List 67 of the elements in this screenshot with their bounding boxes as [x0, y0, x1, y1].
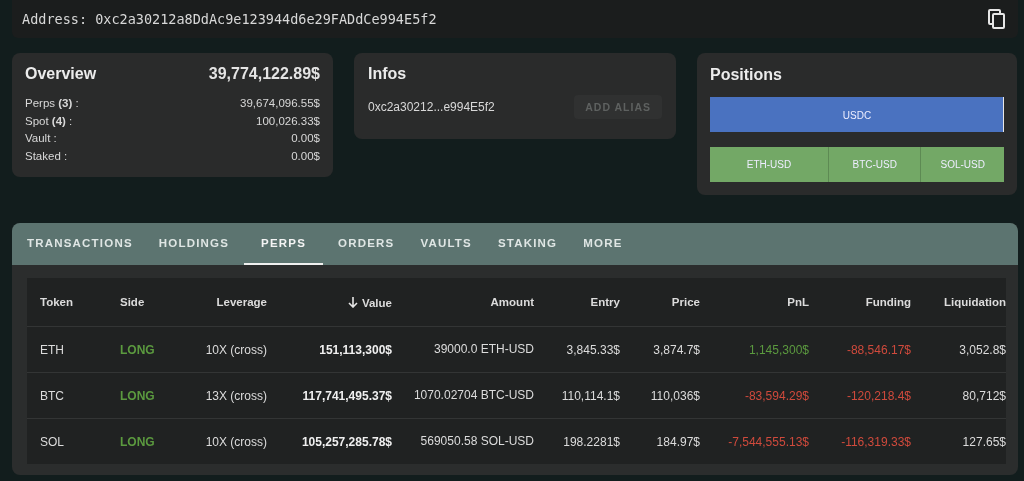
table-cell-text: -7,544,555.13$ [727, 434, 809, 449]
infos-title: Infos [368, 65, 407, 82]
tab[interactable]: HOLDINGS [147, 223, 241, 265]
sort-arrow-icon [347, 295, 358, 308]
table-cell-text: 105,257,285.78$ [300, 434, 392, 449]
table-cell-text: 151,113,300$ [318, 342, 392, 357]
table-cell-text: -120,218.4$ [845, 388, 911, 403]
table-cell-text: ETH [39, 342, 65, 357]
overview-label: Vault : [25, 131, 57, 146]
column-header[interactable]: Amount [392, 293, 534, 311]
table-cell-text: SOL [39, 434, 65, 449]
copy-icon[interactable] [988, 9, 1006, 29]
table-cell-text: LONG [119, 388, 156, 403]
table-cell-text: 10X (cross) [204, 342, 267, 357]
short-address: 0xc2a30212...e994E5f2 [368, 100, 495, 114]
tab[interactable]: PERPS [244, 223, 324, 265]
table-cell-text: LONG [119, 434, 156, 449]
table-cell-text: 10X (cross) [204, 434, 267, 449]
table-cell-text: 39000.0 ETH-USD [432, 341, 534, 358]
overview-label: Staked : [25, 148, 68, 164]
table-cell-text: BTC [39, 388, 65, 403]
position-segment: SOL-USD [921, 147, 1004, 182]
overview-label: Spot (4) : [25, 113, 73, 129]
overview-label: Perps (3) : [25, 96, 79, 111]
column-header[interactable]: Entry [534, 296, 620, 308]
column-header[interactable]: Liquidation [911, 296, 1006, 308]
overview-value: 0.00$ [291, 148, 320, 164]
column-header[interactable]: Funding [809, 296, 911, 308]
table-cell-text: -116,319.33$ [840, 434, 911, 449]
position-segment: BTC-USD [829, 147, 922, 182]
column-header[interactable]: Price [620, 296, 700, 308]
overview-total: 39,774,122.89$ [208, 65, 320, 83]
table-cell-text: 3,845.33$ [565, 342, 620, 357]
overview-value: 100,026.33$ [256, 113, 320, 129]
column-header[interactable]: Leverage [167, 296, 267, 308]
table-cell-text: 127.65$ [961, 434, 1006, 449]
table-cell-text: 198.2281$ [562, 434, 620, 449]
table-cell-text: 110,114.1$ [560, 388, 620, 403]
table-cell-text: 80,712$ [961, 388, 1006, 403]
positions-title: Positions [710, 66, 782, 83]
column-header[interactable]: Value [267, 295, 392, 309]
overview-title: Overview [25, 65, 97, 83]
table-cell-text: -83,594.29$ [743, 388, 809, 403]
address-text: Address: 0xc2a30212a8DdAc9e123944d6e29FADdCe994E5f2 [22, 11, 437, 27]
table-cell-text: 3,874.7$ [652, 342, 700, 357]
position-segment: ETH-USD [710, 147, 829, 182]
tab[interactable]: ORDERS [327, 223, 406, 265]
column-header[interactable]: PnL [700, 296, 809, 308]
table-cell-text: LONG [119, 342, 156, 357]
balance-bar-label: USDC [842, 109, 872, 120]
table-cell-text: 13X (cross) [204, 388, 267, 403]
table-cell-text: 569050.58 SOL-USD [419, 433, 534, 450]
column-header[interactable]: Token [27, 296, 107, 308]
table-cell-text: 184.97$ [655, 434, 700, 449]
tab[interactable]: STAKING [486, 223, 569, 265]
overview-value: 39,674,096.55$ [240, 96, 320, 111]
table-cell-text: 117,741,495.37$ [301, 388, 392, 403]
table-cell-text: 3,052.8$ [958, 342, 1006, 357]
column-header[interactable]: Side [107, 296, 167, 308]
table-cell-text: 1,145,300$ [747, 342, 809, 357]
tab[interactable]: MORE [572, 223, 634, 265]
tab[interactable]: TRANSACTIONS [16, 223, 144, 265]
table-cell-text: 110,036$ [649, 388, 700, 403]
tab[interactable]: VAULTS [409, 223, 483, 265]
overview-value: 0.00$ [291, 131, 320, 146]
table-cell-text: 1070.02704 BTC-USD [412, 387, 534, 404]
table-cell-text: -88,546.17$ [845, 342, 911, 357]
